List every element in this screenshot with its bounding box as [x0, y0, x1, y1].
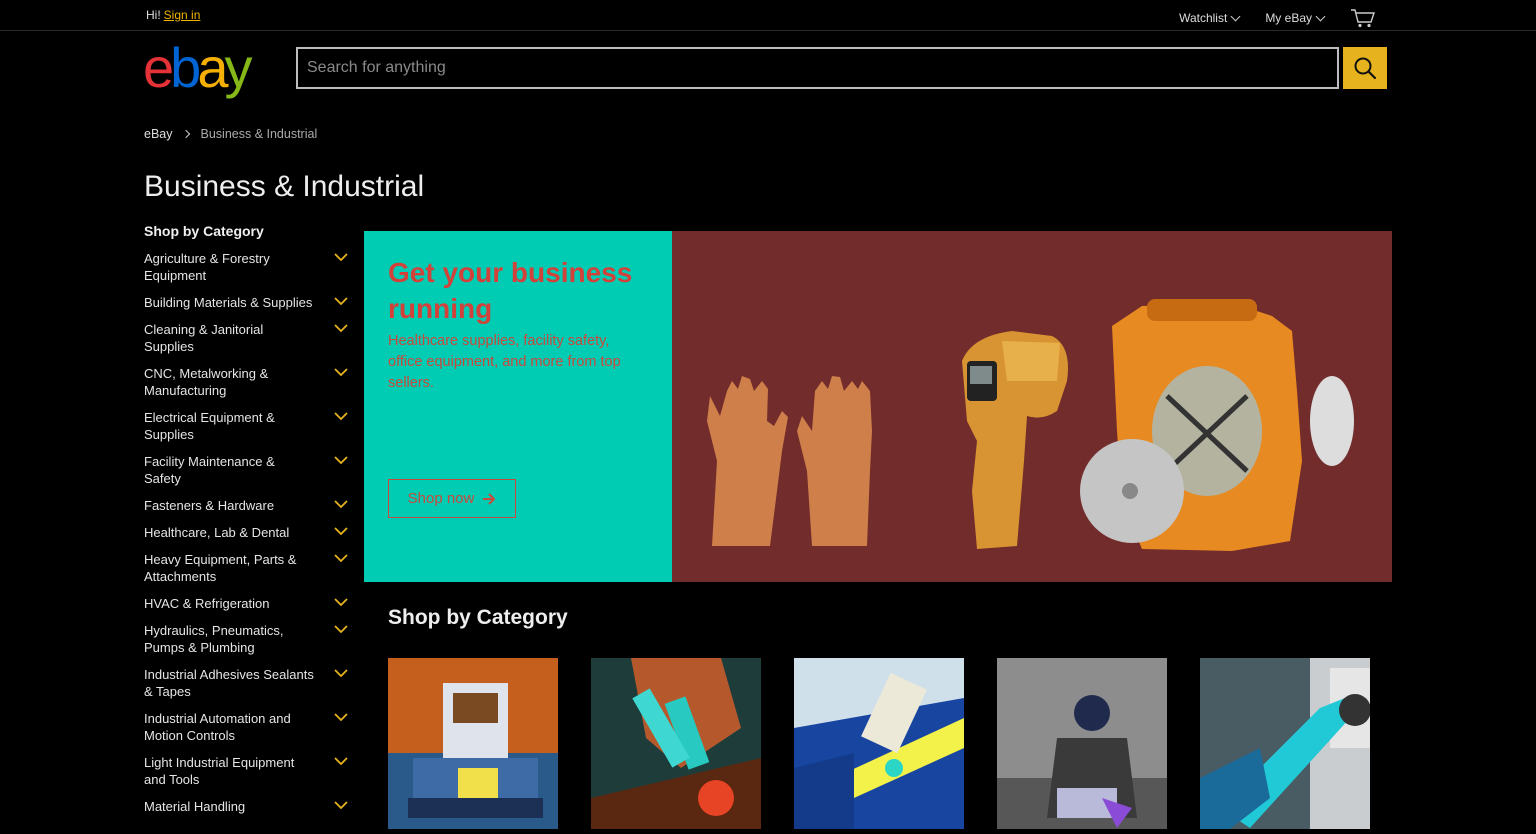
- category-tiles: [388, 658, 1370, 829]
- breadcrumb-current: Business & Industrial: [200, 127, 318, 141]
- my-ebay-dropdown[interactable]: My eBay: [1265, 11, 1326, 25]
- sidebar-category-item[interactable]: Building Materials & Supplies: [144, 294, 354, 311]
- chevron-down-icon: [1230, 11, 1241, 21]
- chevron-down-icon[interactable]: [334, 798, 348, 812]
- search-box: [296, 47, 1339, 89]
- chevron-down-icon: [1315, 11, 1326, 21]
- my-ebay-label: My eBay: [1265, 11, 1312, 25]
- chevron-down-icon[interactable]: [334, 409, 348, 423]
- sidebar-category-label: Electrical Equipment & Supplies: [144, 410, 275, 442]
- sidebar-category-label: Hydraulics, Pneumatics, Pumps & Plumbing: [144, 623, 284, 655]
- chevron-down-icon[interactable]: [334, 595, 348, 609]
- category-list: Agriculture & Forestry Equipment Building…: [144, 250, 354, 815]
- sidebar-category-item[interactable]: Agriculture & Forestry Equipment: [144, 250, 354, 284]
- logo-letter: e: [143, 36, 174, 99]
- hero-product-image: [707, 299, 1354, 551]
- category-tile-restaurant[interactable]: [997, 658, 1167, 829]
- sidebar-category-item[interactable]: CNC, Metalworking & Manufacturing: [144, 365, 354, 399]
- ebay-logo[interactable]: ebay: [143, 36, 252, 99]
- shop-by-category-title: Shop by Category: [388, 606, 568, 629]
- sidebar-category-item[interactable]: Light Industrial Equipment and Tools: [144, 754, 354, 788]
- sidebar-category-label: Heavy Equipment, Parts & Attachments: [144, 552, 297, 584]
- sidebar-category-label: Light Industrial Equipment and Tools: [144, 755, 295, 787]
- top-bar: Hi! Sign in Watchlist My eBay: [0, 0, 1536, 31]
- category-sidebar: Shop by Category Agriculture & Forestry …: [144, 223, 354, 825]
- shop-now-label: Shop now: [407, 490, 475, 507]
- chevron-down-icon[interactable]: [334, 754, 348, 768]
- sidebar-category-item[interactable]: Industrial Automation and Motion Control…: [144, 710, 354, 744]
- sidebar-category-item[interactable]: Cleaning & Janitorial Supplies: [144, 321, 354, 355]
- breadcrumb: eBay Business & Industrial: [144, 127, 317, 141]
- sign-in-link[interactable]: Sign in: [164, 8, 201, 22]
- sidebar-category-item[interactable]: Material Handling: [144, 798, 354, 815]
- page-title: Business & Industrial: [144, 170, 425, 203]
- sidebar-category-item[interactable]: HVAC & Refrigeration: [144, 595, 354, 612]
- chevron-down-icon[interactable]: [334, 294, 348, 308]
- logo-letter: b: [170, 36, 201, 99]
- sidebar-category-item[interactable]: Electrical Equipment & Supplies: [144, 409, 354, 443]
- chevron-down-icon[interactable]: [334, 622, 348, 636]
- sidebar-category-item[interactable]: Fasteners & Hardware: [144, 497, 354, 514]
- hero-banner: Get your business running Healthcare sup…: [364, 231, 1392, 582]
- sidebar-category-label: Industrial Automation and Motion Control…: [144, 711, 291, 743]
- greeting-text: Hi!: [146, 8, 161, 22]
- sidebar-category-item[interactable]: Healthcare, Lab & Dental: [144, 524, 354, 541]
- sidebar-category-label: HVAC & Refrigeration: [144, 596, 270, 611]
- gloves-image: [707, 376, 872, 546]
- sidebar-category-label: Cleaning & Janitorial Supplies: [144, 322, 264, 354]
- watchlist-label: Watchlist: [1179, 11, 1228, 25]
- cart-icon[interactable]: [1350, 8, 1376, 28]
- sidebar-category-label: Healthcare, Lab & Dental: [144, 525, 290, 540]
- chevron-down-icon[interactable]: [334, 250, 348, 264]
- sidebar-category-item[interactable]: Facility Maintenance & Safety: [144, 453, 354, 487]
- search-input[interactable]: [298, 49, 1337, 87]
- top-bar-right: Watchlist My eBay: [1179, 8, 1376, 28]
- sidebar-category-item[interactable]: Heavy Equipment, Parts & Attachments: [144, 551, 354, 585]
- hero-subtitle: Healthcare supplies, facility safety, of…: [388, 333, 621, 391]
- chevron-down-icon[interactable]: [334, 497, 348, 511]
- sidebar-category-label: Industrial Adhesives Sealants & Tapes: [144, 667, 314, 699]
- air-mover-image: [1080, 299, 1354, 551]
- chevron-down-icon[interactable]: [334, 321, 348, 335]
- category-tile-lab-equipment[interactable]: [591, 658, 761, 829]
- sidebar-category-label: Building Materials & Supplies: [144, 295, 313, 310]
- category-tile-heavy-equipment[interactable]: [388, 658, 558, 829]
- chevron-down-icon[interactable]: [334, 453, 348, 467]
- hero-text-panel: Get your business running Healthcare sup…: [364, 231, 672, 582]
- chevron-down-icon[interactable]: [334, 710, 348, 724]
- chevron-right-icon: [181, 129, 190, 139]
- sidebar-category-item[interactable]: Hydraulics, Pneumatics, Pumps & Plumbing: [144, 622, 354, 656]
- logo-letter: y: [224, 36, 252, 99]
- chevron-down-icon[interactable]: [334, 524, 348, 538]
- chevron-down-icon[interactable]: [334, 666, 348, 680]
- search-button[interactable]: [1343, 47, 1387, 89]
- category-tile-plumbing[interactable]: [1200, 658, 1370, 829]
- chevron-down-icon[interactable]: [334, 551, 348, 565]
- hero-title: Get your business running: [388, 257, 633, 324]
- search-icon: [1354, 57, 1377, 80]
- category-tile-manufacturing[interactable]: [794, 658, 964, 829]
- arrow-right-icon: [483, 492, 496, 505]
- sidebar-category-label: Fasteners & Hardware: [144, 498, 275, 513]
- sidebar-category-label: Material Handling: [144, 799, 246, 814]
- shop-now-button[interactable]: Shop now: [388, 479, 516, 518]
- breadcrumb-home[interactable]: eBay: [144, 127, 173, 141]
- sidebar-category-label: CNC, Metalworking & Manufacturing: [144, 366, 269, 398]
- chevron-down-icon[interactable]: [334, 365, 348, 379]
- sidebar-category-item[interactable]: Industrial Adhesives Sealants & Tapes: [144, 666, 354, 700]
- greeting: Hi! Sign in: [146, 8, 200, 22]
- sidebar-heading: Shop by Category: [144, 223, 264, 239]
- sidebar-category-label: Agriculture & Forestry Equipment: [144, 251, 270, 283]
- thermometer-image: [962, 331, 1068, 549]
- watchlist-dropdown[interactable]: Watchlist: [1179, 11, 1241, 25]
- sidebar-category-label: Facility Maintenance & Safety: [144, 454, 275, 486]
- logo-letter: a: [197, 36, 228, 99]
